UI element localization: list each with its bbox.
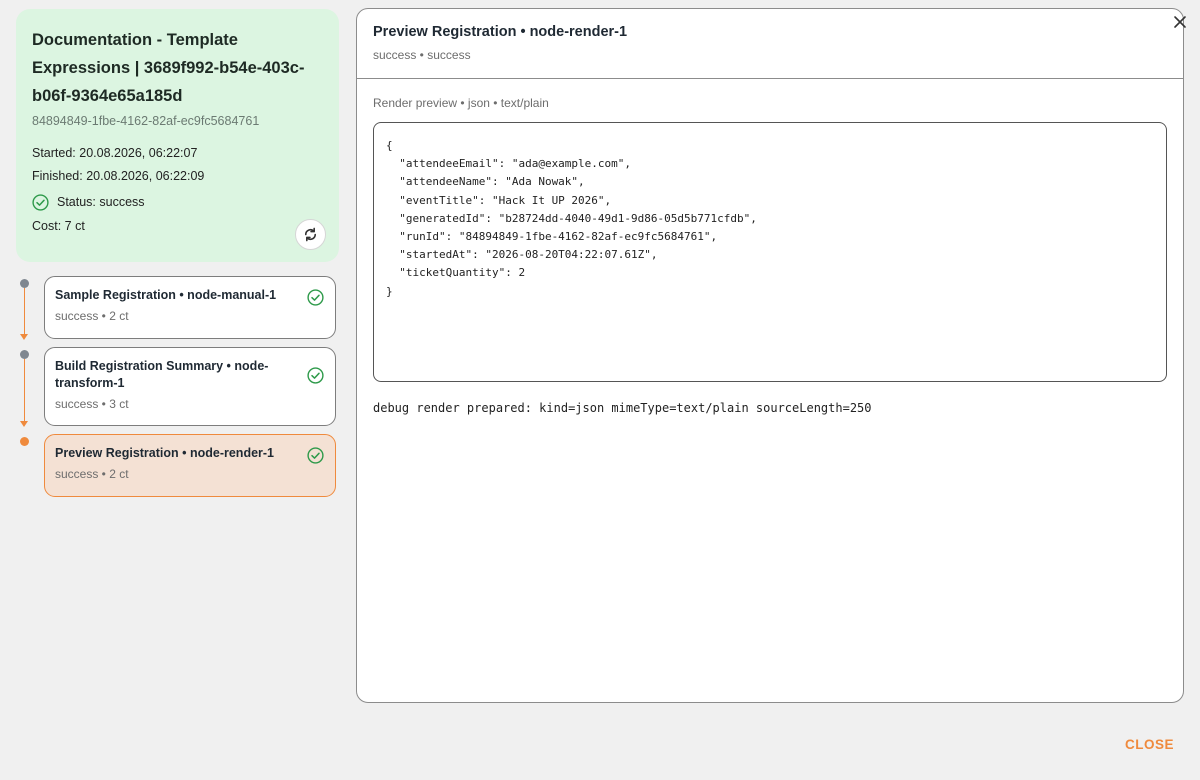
run-status: Status: success: [32, 189, 323, 215]
check-circle-icon: [307, 367, 324, 384]
close-button[interactable]: CLOSE: [1125, 737, 1174, 752]
close-icon[interactable]: [1170, 12, 1190, 32]
node-status: success • 2 ct: [55, 467, 129, 481]
timeline-dot: [20, 350, 29, 359]
node-title: Sample Registration • node-manual-1: [55, 288, 277, 302]
node-card-sample-registration[interactable]: Sample Registration • node-manual-1 succ…: [44, 276, 336, 339]
refresh-icon: [304, 227, 317, 242]
debug-log-line: debug render prepared: kind=json mimeTyp…: [373, 401, 872, 415]
finished-time: Finished: 20.08.2026, 06:22:09: [32, 169, 205, 183]
status-text: Status: success: [57, 194, 145, 209]
timeline-connector: [24, 359, 26, 421]
timeline-arrow: [20, 334, 28, 340]
run-title: Documentation - Template Expressions | 3…: [32, 31, 305, 105]
panel-title: Preview Registration • node-render-1: [373, 24, 628, 40]
node-title: Preview Registration • node-render-1: [55, 446, 275, 460]
refresh-button[interactable]: [295, 219, 326, 250]
node-detail-panel: Preview Registration • node-render-1 suc…: [356, 8, 1184, 703]
panel-subtitle: success • success: [373, 48, 471, 62]
node-status: success • 2 ct: [55, 309, 129, 323]
node-title: Build Registration Summary • node-transf…: [55, 359, 269, 390]
run-summary-card: Documentation - Template Expressions | 3…: [16, 9, 339, 262]
check-circle-icon: [307, 289, 324, 306]
timeline-connector: [24, 288, 26, 334]
check-circle-icon: [307, 447, 324, 464]
panel-header: Preview Registration • node-render-1 suc…: [357, 9, 1183, 79]
render-preview-label: Render preview • json • text/plain: [373, 96, 549, 110]
node-status: success • 3 ct: [55, 397, 129, 411]
node-card-build-registration-summary[interactable]: Build Registration Summary • node-transf…: [44, 347, 336, 426]
timeline-arrow: [20, 421, 28, 427]
node-card-preview-registration[interactable]: Preview Registration • node-render-1 suc…: [44, 434, 336, 497]
started-time: Started: 20.08.2026, 06:22:07: [32, 146, 198, 160]
run-cost: Cost: 7 ct: [32, 219, 85, 233]
run-id: 84894849-1fbe-4162-82af-ec9fc5684761: [32, 114, 260, 128]
run-meta: Started: 20.08.2026, 06:22:07 Finished: …: [32, 142, 323, 238]
render-preview-output[interactable]: { "attendeeEmail": "ada@example.com", "a…: [373, 122, 1167, 382]
timeline-dot-active: [20, 437, 29, 446]
timeline-dot: [20, 279, 29, 288]
check-circle-icon: [32, 193, 49, 211]
